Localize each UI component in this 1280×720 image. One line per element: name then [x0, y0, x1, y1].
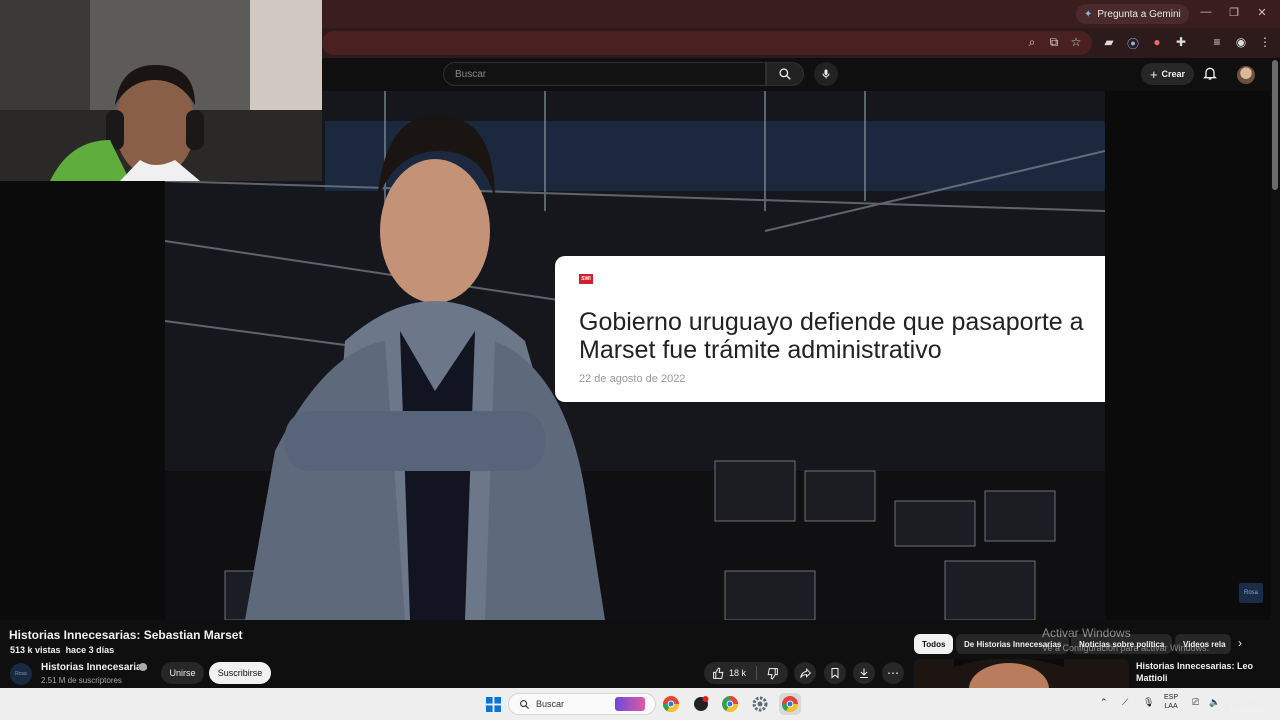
dislike-button[interactable]	[757, 667, 788, 680]
microphone-icon[interactable]: 🎙	[1143, 697, 1154, 708]
account-avatar[interactable]	[1237, 66, 1255, 84]
upload-age: hace 3 días	[65, 645, 115, 655]
news-logo: SWI	[579, 274, 593, 284]
close-button[interactable]: ✕	[1252, 6, 1272, 19]
clock-date[interactable]: 13/8/2026	[1229, 705, 1265, 714]
chip-todos[interactable]: Todos	[914, 634, 954, 654]
windows-logo-icon	[485, 696, 501, 712]
subscriber-count: 2.51 M de suscriptores	[41, 676, 122, 685]
thumbs-down-icon	[767, 667, 778, 679]
share-icon	[799, 667, 811, 678]
create-button[interactable]: + Crear	[1141, 63, 1194, 85]
cast-icon[interactable]: ⧉	[1046, 35, 1062, 50]
chrome-active-taskbar-icon[interactable]	[779, 693, 801, 715]
adblock-extension-icon[interactable]: ●	[1149, 35, 1165, 49]
channel-avatar[interactable]: Rosa	[10, 663, 32, 685]
notifications-button[interactable]	[1202, 65, 1218, 86]
reading-list-icon[interactable]: ≡	[1209, 35, 1225, 49]
search-button[interactable]	[766, 62, 804, 86]
activate-windows-title: Activar Windows	[1042, 626, 1131, 640]
thumbs-up-icon	[713, 667, 724, 679]
webcam-streamer-illustration	[0, 0, 322, 181]
chrome-menu-icon[interactable]: ⋮	[1257, 35, 1273, 49]
download-button[interactable]	[853, 662, 875, 684]
recommendation-thumbnail-image	[914, 659, 1129, 688]
settings-taskbar-icon[interactable]	[749, 693, 771, 715]
like-button[interactable]: 18 k	[704, 667, 756, 680]
search-input[interactable]: Buscar	[443, 62, 766, 86]
microphone-icon	[822, 69, 830, 79]
download-icon	[860, 668, 868, 678]
webcam-overlay	[0, 0, 322, 181]
join-button[interactable]: Unirse	[161, 662, 204, 684]
language-code: ESP	[1164, 694, 1179, 701]
plus-icon: +	[1149, 66, 1158, 82]
save-button[interactable]	[824, 662, 846, 684]
chevron-up-icon[interactable]: ⌃	[1100, 697, 1108, 708]
chrome-icon	[782, 696, 798, 712]
start-button[interactable]	[482, 693, 504, 715]
share-button[interactable]	[794, 662, 816, 684]
view-count: 513 k vistas	[10, 645, 61, 655]
zoom-icon[interactable]: ⌕	[1024, 35, 1040, 50]
voice-extension-icon[interactable]: ⦿	[1125, 35, 1141, 52]
recommendation-title[interactable]: Historias Innecesarias: Leo Mattioli	[1136, 660, 1261, 684]
search-highlight-icon	[615, 697, 645, 711]
chrome-icon	[663, 696, 679, 712]
gemini-icon: ✦	[1084, 8, 1093, 20]
app-taskbar-icon[interactable]	[690, 693, 712, 715]
news-headline: Gobierno uruguayo defiende que pasaporte…	[579, 308, 1084, 364]
news-card: SWI Gobierno uruguayo defiende que pasap…	[555, 256, 1105, 402]
channel-name[interactable]: Historias Innecesarias	[41, 662, 147, 673]
volume-icon[interactable]: 🔈	[1209, 697, 1220, 708]
display-icon[interactable]: ⎚	[1192, 697, 1199, 708]
dark-app-icon	[694, 696, 709, 711]
taskbar-search[interactable]: Buscar	[508, 693, 656, 715]
gemini-label: Pregunta a Gemini	[1097, 8, 1181, 20]
verified-badge-icon	[139, 663, 147, 671]
video-title: Historias Innecesarias: Sebastian Marset	[9, 628, 243, 642]
more-actions-button[interactable]: ⋯	[882, 662, 904, 684]
profile-icon[interactable]: ◉	[1233, 35, 1249, 49]
gemini-button[interactable]: ✦ Pregunta a Gemini	[1076, 4, 1189, 24]
omnibox[interactable]	[322, 31, 1092, 55]
puzzle-extensions-icon[interactable]: ✚	[1173, 35, 1189, 49]
subscribe-button[interactable]: Suscribirse	[209, 662, 271, 684]
like-count: 18 k	[729, 668, 747, 678]
channel-watermark[interactable]: Rosa	[1239, 583, 1263, 603]
voice-search-button[interactable]	[814, 62, 838, 86]
keyboard-layout: LAA	[1164, 703, 1178, 710]
news-date: 22 de agosto de 2022	[579, 373, 686, 385]
chrome-taskbar-icon[interactable]	[660, 693, 682, 715]
network-off-icon[interactable]: ⟋	[1122, 697, 1128, 708]
scrollbar-thumb[interactable]	[1272, 60, 1278, 190]
video-meta: 513 k vistas hace 3 días	[10, 645, 114, 655]
clock-time[interactable]: 04:23	[1246, 693, 1266, 702]
maximize-button[interactable]: ❐	[1224, 6, 1244, 19]
create-label: Crear	[1161, 69, 1186, 79]
taskbar-search-label: Buscar	[536, 699, 565, 709]
chrome-profile-taskbar-icon[interactable]	[719, 693, 741, 715]
extension-icon[interactable]: ▰	[1101, 35, 1117, 49]
bell-icon	[1203, 67, 1217, 80]
search-icon	[520, 699, 530, 709]
gear-icon	[752, 696, 768, 712]
bookmark-star-icon[interactable]: ☆	[1068, 35, 1084, 49]
minimize-button[interactable]: —	[1196, 6, 1216, 18]
bookmark-icon	[831, 668, 839, 679]
search-icon	[779, 68, 791, 80]
activate-windows-subtitle: Ve a Configuración para activar Windows.	[1042, 643, 1210, 653]
like-dislike-group: 18 k	[704, 662, 788, 684]
language-indicator[interactable]: ESP LAA	[1164, 693, 1178, 711]
chevron-right-icon[interactable]: ›	[1238, 636, 1242, 650]
ellipsis-icon: ⋯	[887, 666, 899, 680]
recommendation-thumbnail[interactable]	[914, 659, 1129, 688]
chrome-icon	[722, 696, 738, 712]
